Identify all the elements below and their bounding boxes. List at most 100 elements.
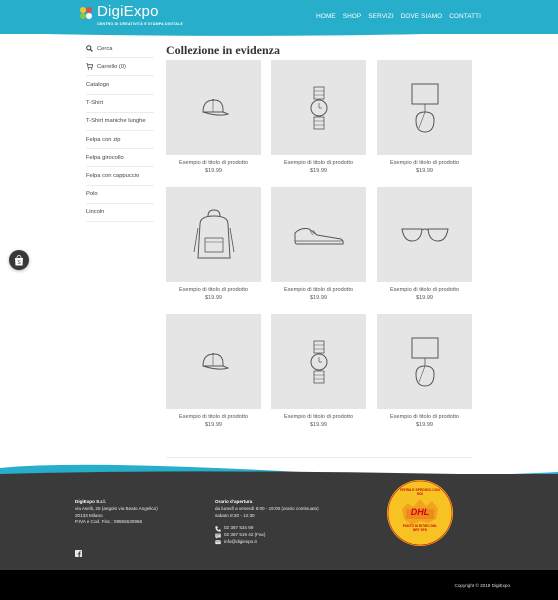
product-name[interactable]: Esempio di titolo di prodotto [271, 287, 366, 293]
product-image[interactable] [271, 60, 366, 155]
product-card[interactable]: Esempio di titolo di prodotto $19.99 [166, 314, 261, 428]
watch-icon [310, 340, 327, 383]
nav-home[interactable]: HOME [316, 13, 336, 20]
product-image[interactable] [377, 314, 472, 409]
sidebar-search[interactable]: Cerca [86, 40, 154, 59]
product-name[interactable]: Esempio di titolo di prodotto [271, 160, 366, 166]
product-price: $19.99 [415, 168, 434, 174]
sidebar-item-polo[interactable]: Polo [86, 186, 154, 204]
product-name[interactable]: Esempio di titolo di prodotto [377, 160, 472, 166]
footer-hours: Orario d'apertura da lunedì a venerdì 8:… [215, 499, 319, 546]
copyright-text: Copyright © 2019 DigiExpo [454, 583, 510, 588]
product-card[interactable]: Esempio di titolo di prodotto $19.99 [377, 60, 472, 174]
sidebar-cart-label: Carrello (0) [97, 63, 126, 70]
header-wave [0, 30, 558, 36]
nav-servizi[interactable]: SERVIZI [368, 13, 393, 20]
nav-shop[interactable]: SHOP [343, 13, 362, 20]
hours-saturday: sabato 8:30 - 12:30 [215, 512, 255, 518]
sidebar-item-tshirt[interactable]: T-Shirt [86, 95, 154, 113]
product-card[interactable]: Esempio di titolo di prodotto $19.99 [271, 60, 366, 174]
sidebar-search-label: Cerca [97, 45, 113, 52]
product-price: $19.99 [309, 422, 328, 428]
brand-tagline: CENTRO DI CREATIVITÀ E STAMPA DIGITALE [97, 22, 184, 26]
sidebar-item-felpa-girocollo[interactable]: Felpa girocollo [86, 149, 154, 168]
product-price: $19.99 [204, 295, 223, 301]
product-image[interactable] [271, 314, 366, 409]
sidebar-item-felpa-cappuccio[interactable]: Felpa con cappuccio [86, 167, 154, 186]
product-image[interactable] [377, 187, 472, 282]
sidebar-item-tshirt-maniche-lunghe[interactable]: T-Shirt maniche lunghe [86, 113, 154, 131]
company-name: DigiExpo S.r.l. [75, 499, 106, 504]
cap-icon [201, 98, 229, 116]
logo-mark-icon [78, 5, 94, 21]
lamp-icon [411, 83, 438, 133]
product-price: $19.99 [415, 422, 434, 428]
sunglasses-icon [400, 228, 449, 242]
sidebar-item-label: T-Shirt maniche lunghe [86, 118, 146, 125]
email-address: info@digiexpo.it [224, 538, 257, 544]
company-city: 20133 Milano [75, 512, 103, 518]
product-price: $19.99 [204, 422, 223, 428]
sidebar-item-label: T-Shirt [86, 100, 104, 107]
nav-contatti[interactable]: CONTATTI [449, 13, 481, 20]
product-name[interactable]: Esempio di titolo di prodotto [166, 160, 261, 166]
phone-icon [215, 526, 221, 532]
site-header: DigiExpo CENTRO DI CREATIVITÀ E STAMPA D… [0, 0, 558, 34]
sneaker-icon [294, 227, 344, 244]
product-card[interactable]: Esempio di titolo di prodotto $19.99 [271, 314, 366, 428]
main-nav: HOME SHOP SERVIZI DOVE SIAMO CONTATTI [316, 13, 481, 20]
backpack-icon [193, 208, 234, 258]
fax-number: 02 367 519 42 (Fax) [224, 532, 266, 538]
facebook-icon[interactable] [75, 544, 82, 562]
fax-icon [215, 533, 221, 539]
page-title: Collezione in evidenza [166, 43, 280, 57]
nav-dove-siamo[interactable]: DOVE SIAMO [401, 13, 442, 20]
product-name[interactable]: Esempio di titolo di prodotto [166, 414, 261, 420]
product-image[interactable] [166, 314, 261, 409]
product-image[interactable] [166, 187, 261, 282]
sidebar-item-label: Lincoln [86, 209, 105, 216]
footer-phone[interactable]: 02 367 534 69 [215, 525, 319, 532]
cap-icon [201, 352, 229, 370]
product-card[interactable]: Esempio di titolo di prodotto $19.99 [166, 187, 261, 301]
site-logo[interactable]: DigiExpo CENTRO DI CREATIVITÀ E STAMPA D… [78, 4, 183, 28]
footer-company: DigiExpo S.r.l. via Aselli, 25 (angolo v… [75, 499, 158, 526]
badge-center-text: DHL [410, 507, 430, 517]
content-divider [166, 457, 472, 458]
product-image[interactable] [166, 60, 261, 155]
search-icon [86, 45, 93, 52]
product-name[interactable]: Esempio di titolo di prodotto [271, 414, 366, 420]
brand-name: DigiExpo [97, 3, 159, 20]
sidebar-cart[interactable]: Carrello (0) [86, 58, 154, 77]
product-card[interactable]: Esempio di titolo di prodotto $19.99 [166, 60, 261, 174]
watch-icon [310, 86, 327, 129]
lamp-icon [411, 337, 438, 387]
footer-fax: 02 367 519 42 (Fax) [215, 532, 319, 539]
product-price: $19.99 [309, 295, 328, 301]
sidebar-item-felpa-zip[interactable]: Felpa con zip [86, 131, 154, 150]
product-image[interactable] [377, 60, 472, 155]
hours-weekdays: da lunedì a venerdì 8:00 - 19:00 (orario… [215, 505, 319, 511]
cart-icon [86, 63, 94, 70]
sidebar-item-catalogo[interactable]: Catalogo [86, 76, 154, 95]
hours-title: Orario d'apertura [215, 499, 253, 504]
footer-email[interactable]: info@digiexpo.it [215, 539, 319, 546]
sidebar-item-label: Felpa con zip [86, 136, 121, 143]
dhl-pickup-badge: RITIRA E SPEDISCI CON NOI DHL PUNTO DI R… [386, 479, 454, 547]
product-name[interactable]: Esempio di titolo di prodotto [377, 287, 472, 293]
product-card[interactable]: Esempio di titolo di prodotto $19.99 [377, 314, 472, 428]
shopping-bag-icon: S [15, 254, 23, 266]
product-name[interactable]: Esempio di titolo di prodotto [166, 287, 261, 293]
product-price: $19.99 [415, 295, 434, 301]
product-card[interactable]: Esempio di titolo di prodotto $19.99 [377, 187, 472, 301]
sidebar-item-label: Felpa girocollo [86, 154, 124, 161]
floating-cart-button[interactable]: S [9, 250, 29, 270]
product-image[interactable] [271, 187, 366, 282]
sidebar-item-lincoln[interactable]: Lincoln [86, 204, 154, 222]
product-card[interactable]: Esempio di titolo di prodotto $19.99 [271, 187, 366, 301]
company-vat: P.IVA e Cod. Fisc.: 08555530966 [75, 519, 142, 525]
email-icon [215, 539, 221, 545]
sidebar-item-label: Felpa con cappuccio [86, 172, 140, 179]
product-name[interactable]: Esempio di titolo di prodotto [377, 414, 472, 420]
phone-number: 02 367 534 69 [224, 525, 254, 531]
